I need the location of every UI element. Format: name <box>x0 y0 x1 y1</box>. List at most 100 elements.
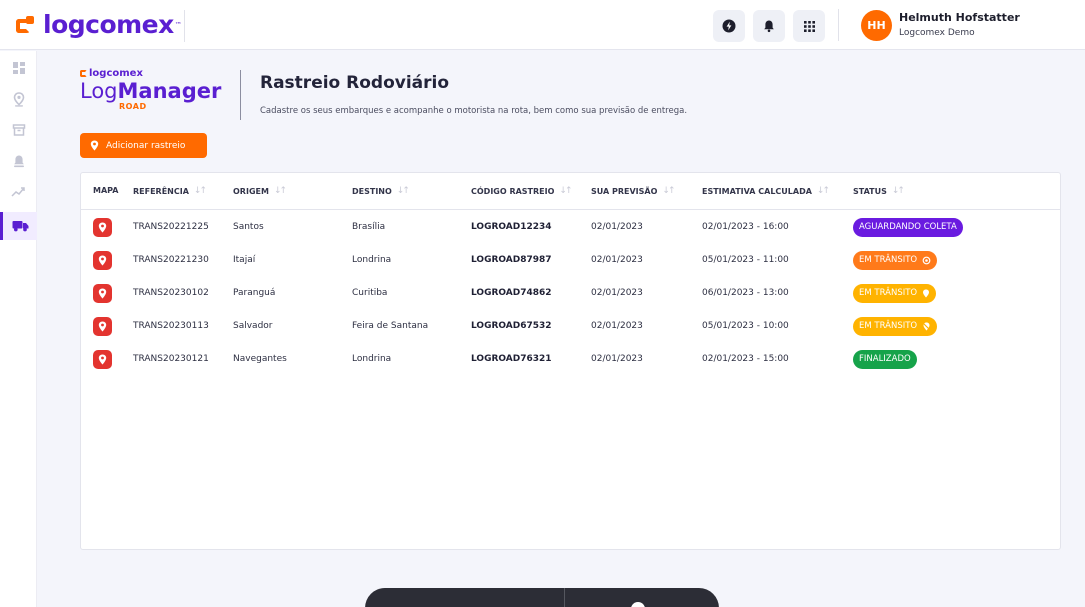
cell-previsao: 02/01/2023 <box>591 255 643 265</box>
cell-codigo: LOGROAD76321 <box>471 354 552 364</box>
top-actions <box>713 10 825 42</box>
top-bar: logcomex ™ HH Helmuth Hofstatter Logcomex… <box>0 0 1085 50</box>
cell-previsao: 02/01/2023 <box>591 288 643 298</box>
sort-icon[interactable]: ↓↑ <box>274 186 287 196</box>
truck-icon <box>12 221 28 232</box>
cell-codigo: LOGROAD67532 <box>471 321 552 331</box>
add-tracking-label: Adicionar rastreio <box>106 140 186 151</box>
avatar[interactable]: HH <box>861 10 892 41</box>
column-header-origem[interactable]: ORIGEM ↓↑ <box>233 186 287 196</box>
location-pin-icon <box>13 91 24 107</box>
cell-estimativa: 02/01/2023 - 16:00 <box>702 222 789 232</box>
map-pin-icon <box>98 222 107 232</box>
status-badge: EM TRÂNSITO <box>853 283 937 303</box>
sort-icon[interactable]: ↓↑ <box>817 186 830 196</box>
cell-origem: Salvador <box>233 321 273 331</box>
toolbar-icon[interactable] <box>631 602 645 607</box>
cell-referencia: TRANS20230113 <box>133 321 209 331</box>
bolt-icon[interactable] <box>713 10 745 42</box>
cell-estimativa: 05/01/2023 - 10:00 <box>702 321 789 331</box>
map-pin-button[interactable] <box>93 250 112 270</box>
sort-icon[interactable]: ↓↑ <box>397 186 410 196</box>
table-row[interactable]: TRANS20221230 Itajaí Londrina LOGROAD879… <box>81 244 1060 276</box>
map-pin-button[interactable] <box>93 349 112 369</box>
column-header-codigo[interactable]: CÓDIGO RASTREIO ↓↑ <box>471 186 573 196</box>
logo-road: ROAD <box>119 102 147 111</box>
brand-logo[interactable]: logcomex ™ <box>16 10 182 39</box>
user-name[interactable]: Helmuth Hofstatter <box>899 11 1020 24</box>
logo-main-bold: Manager <box>117 79 222 103</box>
floating-toolbar[interactable] <box>365 588 719 607</box>
header-vertical-divider <box>240 70 241 120</box>
column-header-destino[interactable]: DESTINO ↓↑ <box>352 186 410 196</box>
sidebar-item-road-tracking[interactable] <box>0 212 37 240</box>
apps-grid-icon[interactable] <box>793 10 825 42</box>
bell-icon[interactable] <box>753 10 785 42</box>
column-header-mapa: MAPA <box>93 186 119 195</box>
status-badge: FINALIZADO <box>853 349 917 369</box>
sidebar <box>0 51 37 607</box>
cell-destino: Curitiba <box>352 288 388 298</box>
cell-previsao: 02/01/2023 <box>591 354 643 364</box>
logo-small-text: logcomex <box>89 68 143 79</box>
cell-referencia: TRANS20230121 <box>133 354 209 364</box>
add-tracking-button[interactable]: Adicionar rastreio <box>80 133 207 158</box>
tracking-table: MAPA REFERÊNCIA ↓↑ ORIGEM ↓↑ DESTINO ↓↑ CÓD… <box>80 172 1061 550</box>
sidebar-item-analytics[interactable] <box>0 178 37 206</box>
logo-main-light: Log <box>80 79 118 103</box>
map-pin-icon <box>98 354 107 364</box>
cell-destino: Feira de Santana <box>352 321 429 331</box>
trend-chart-icon <box>10 187 25 197</box>
page-title: Rastreio Rodoviário <box>260 73 450 93</box>
cell-referencia: TRANS20230102 <box>133 288 209 298</box>
brand-divider <box>184 10 185 42</box>
cell-origem: Santos <box>233 222 264 232</box>
sort-icon[interactable]: ↓↑ <box>892 186 905 196</box>
cell-origem: Navegantes <box>233 354 287 364</box>
cell-destino: Londrina <box>352 255 392 265</box>
sidebar-item-alerts[interactable] <box>0 147 37 175</box>
table-row[interactable]: TRANS20230102 Paranguá Curitiba LOGROAD7… <box>81 277 1060 309</box>
toolbar-divider <box>564 588 565 607</box>
status-badge: EM TRÂNSITO <box>853 316 938 336</box>
map-pin-icon <box>98 255 107 265</box>
table-header: MAPA REFERÊNCIA ↓↑ ORIGEM ↓↑ DESTINO ↓↑ CÓD… <box>81 173 1060 210</box>
sort-icon[interactable]: ↓↑ <box>559 186 572 196</box>
brand-name: logcomex <box>43 10 174 39</box>
cell-codigo: LOGROAD87987 <box>471 255 552 265</box>
sort-icon[interactable]: ↓↑ <box>194 186 207 196</box>
table-row[interactable]: TRANS20230113 Salvador Feira de Santana … <box>81 310 1060 342</box>
map-pin-button[interactable] <box>93 316 112 336</box>
map-pin-button[interactable] <box>93 217 112 237</box>
cell-previsao: 02/01/2023 <box>591 222 643 232</box>
cell-origem: Itajaí <box>233 255 256 265</box>
table-row[interactable]: TRANS20230121 Navegantes Londrina LOGROA… <box>81 343 1060 375</box>
column-header-referencia[interactable]: REFERÊNCIA ↓↑ <box>133 186 207 196</box>
status-badge: EM TRÂNSITO <box>853 250 938 270</box>
cell-codigo: LOGROAD74862 <box>471 288 552 298</box>
sidebar-item-archive[interactable] <box>0 116 37 144</box>
pin-icon <box>923 289 930 297</box>
cell-estimativa: 06/01/2023 - 13:00 <box>702 288 789 298</box>
column-header-estimativa[interactable]: ESTIMATIVA CALCULADA ↓↑ <box>702 186 830 196</box>
sort-icon[interactable]: ↓↑ <box>662 186 675 196</box>
user-org: Logcomex Demo <box>899 28 975 38</box>
cell-destino: Brasília <box>352 222 386 232</box>
column-header-status[interactable]: STATUS ↓↑ <box>853 186 905 196</box>
target-icon <box>922 256 931 264</box>
logmanager-logo: logcomex LogManager ROAD <box>80 68 230 111</box>
cell-estimativa: 02/01/2023 - 15:00 <box>702 354 789 364</box>
table-row[interactable]: TRANS20221225 Santos Brasília LOGROAD122… <box>81 211 1060 243</box>
map-pin-button[interactable] <box>93 283 112 303</box>
location-pin-icon <box>90 140 99 151</box>
cell-previsao: 02/01/2023 <box>591 321 643 331</box>
cell-destino: Londrina <box>352 354 392 364</box>
alert-bell-icon <box>13 155 24 168</box>
cell-origem: Paranguá <box>233 288 276 298</box>
cell-referencia: TRANS20221225 <box>133 222 209 232</box>
map-pin-icon <box>98 288 107 298</box>
page-subtitle: Cadastre os seus embarques e acompanhe o… <box>260 106 688 116</box>
sidebar-item-dashboard[interactable] <box>0 54 37 82</box>
column-header-previsao[interactable]: SUA PREVISÃO ↓↑ <box>591 186 676 196</box>
sidebar-item-location[interactable] <box>0 85 37 113</box>
